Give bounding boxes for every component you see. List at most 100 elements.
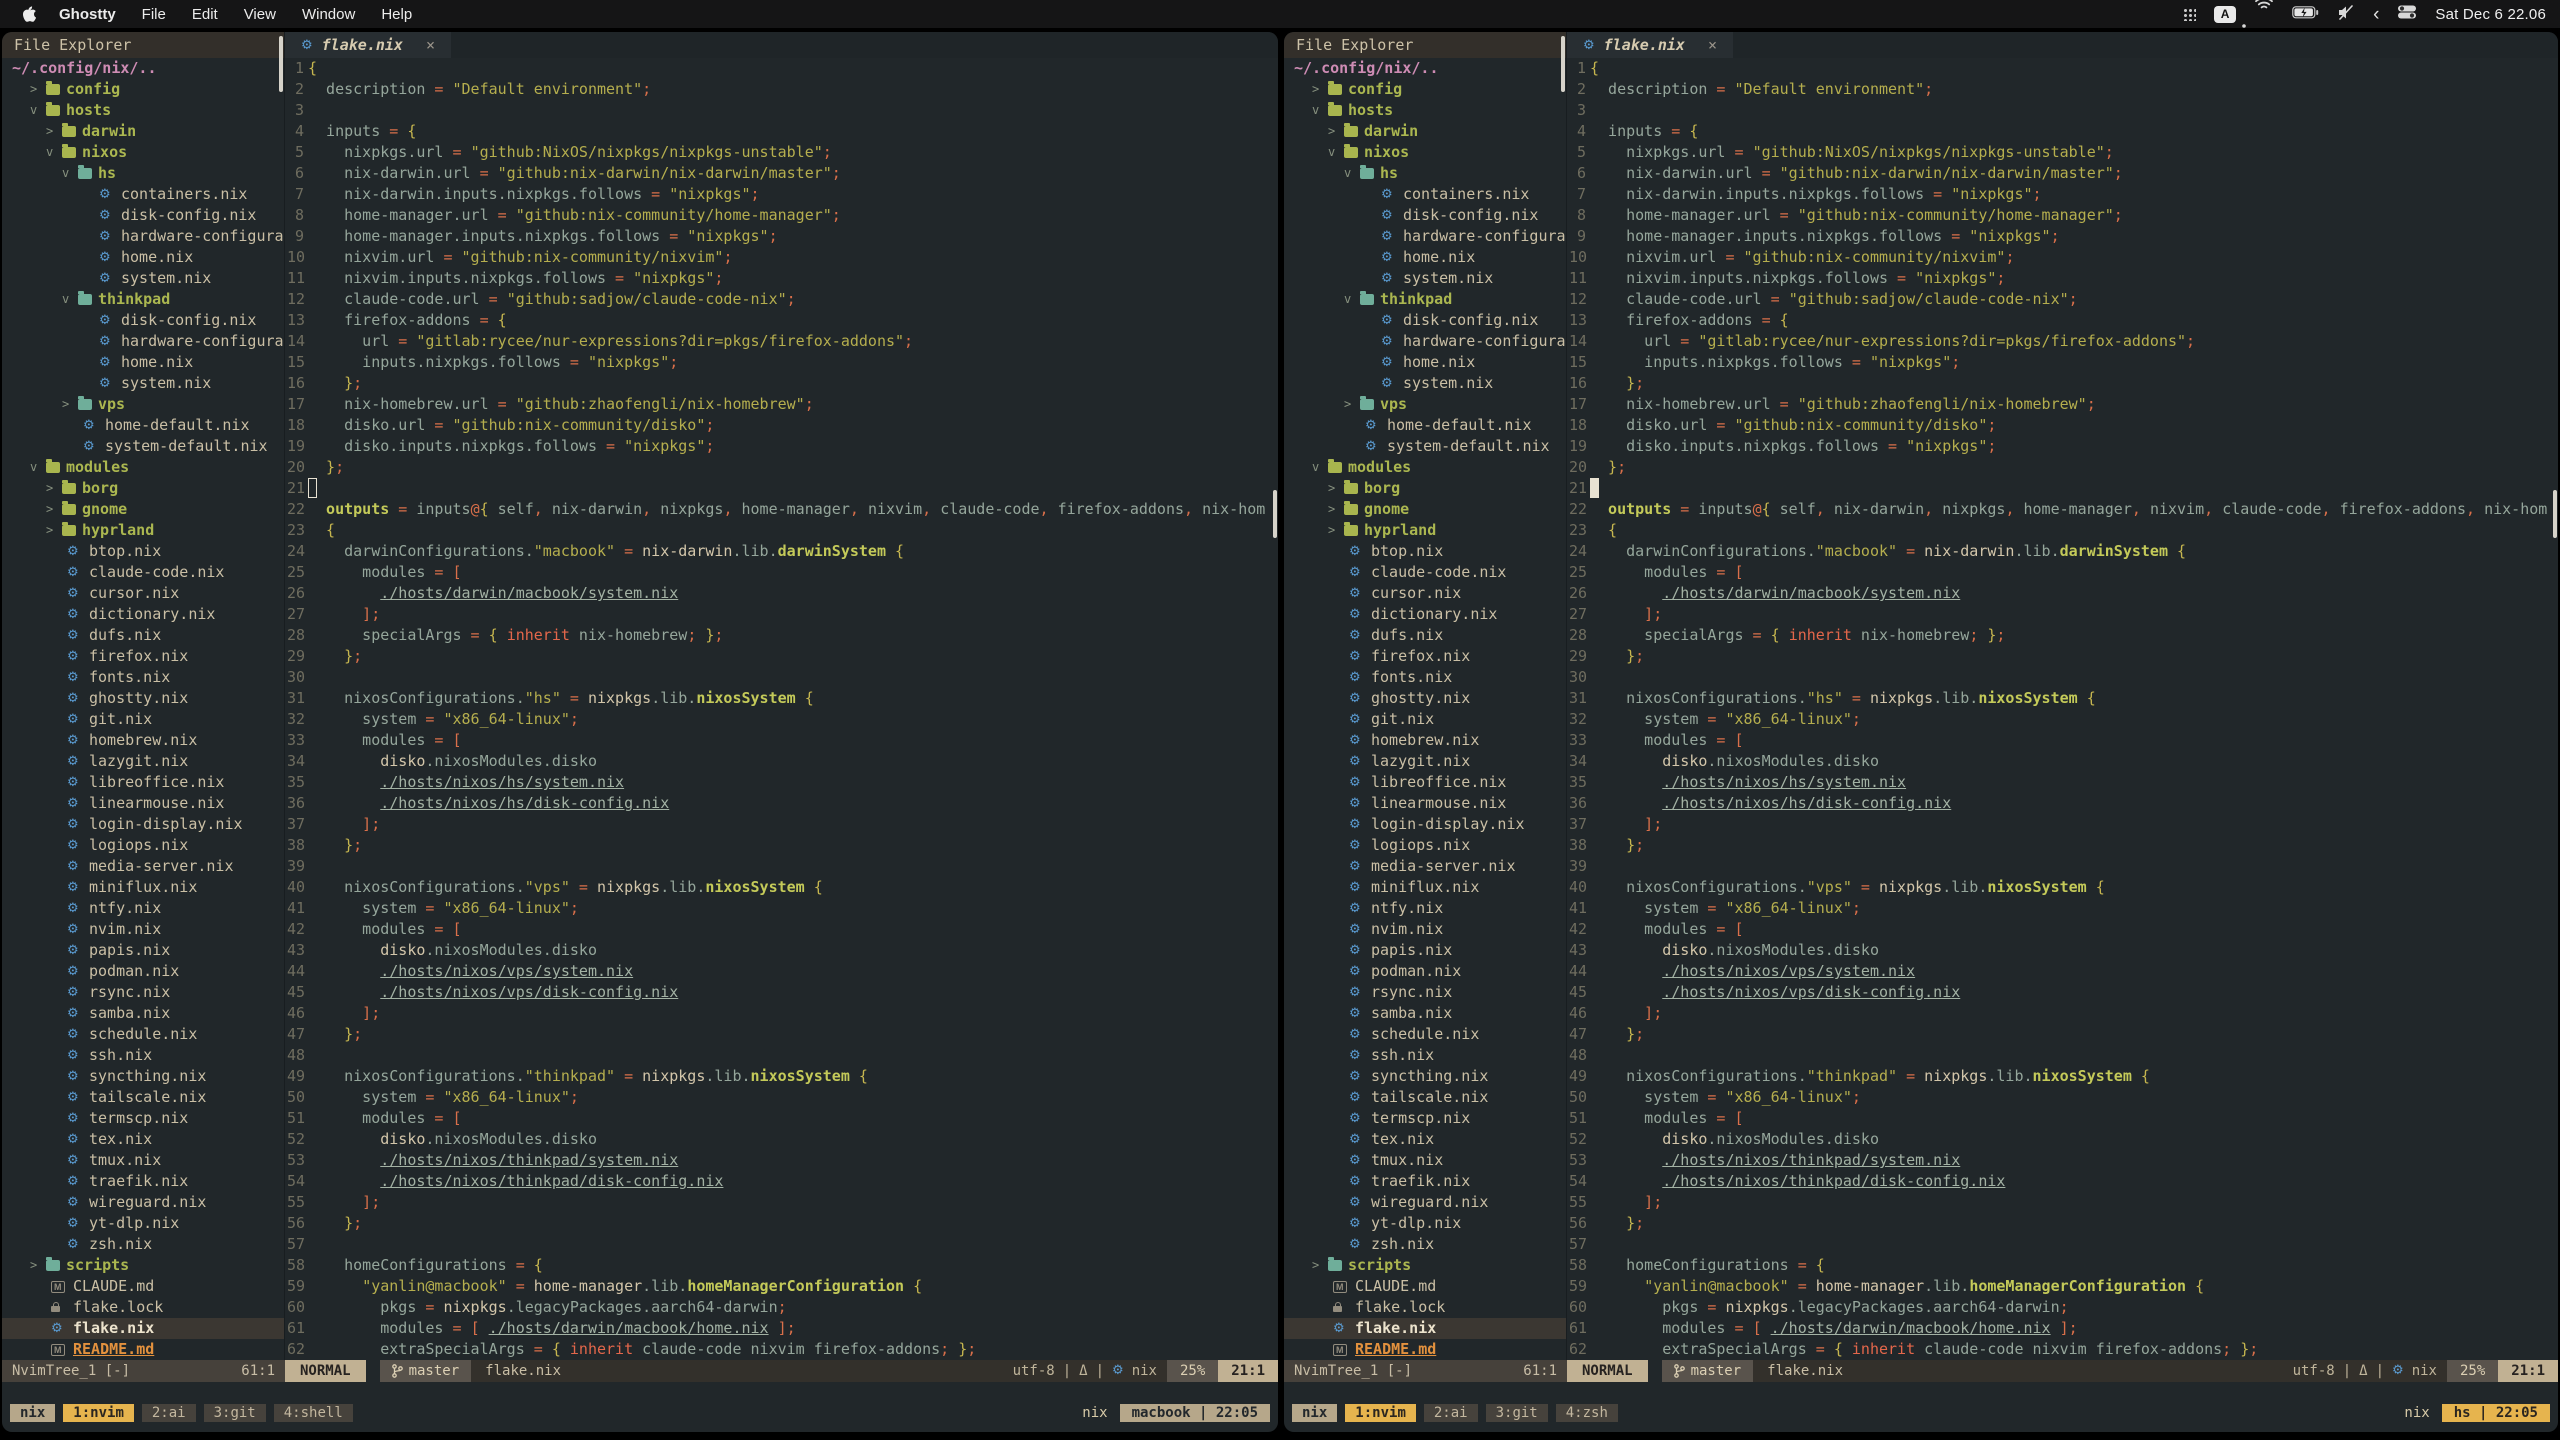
code-line-43[interactable]: 43 disko.nixosModules.disko	[1567, 940, 2558, 961]
tree-file-system-default.nix[interactable]: ⚙system-default.nix	[1284, 436, 1566, 457]
tree-folder-hosts[interactable]: vhosts	[1284, 100, 1566, 121]
code-line-40[interactable]: 40 nixosConfigurations."vps" = nixpkgs.l…	[285, 877, 1278, 898]
code-line-1[interactable]: 1{	[1567, 58, 2558, 79]
code-line-4[interactable]: 4 inputs = {	[1567, 121, 2558, 142]
code-line-7[interactable]: 7 nix-darwin.inputs.nixpkgs.follows = "n…	[285, 184, 1278, 205]
code-line-19[interactable]: 19 disko.inputs.nixpkgs.follows = "nixpk…	[1567, 436, 2558, 457]
code-line-55[interactable]: 55 ];	[285, 1192, 1278, 1213]
code-line-44[interactable]: 44 ./hosts/nixos/vps/system.nix	[285, 961, 1278, 982]
tree-file-home.nix[interactable]: ⚙home.nix	[2, 247, 284, 268]
tree-file-system.nix[interactable]: ⚙system.nix	[2, 373, 284, 394]
tmux-window-4-shell[interactable]: 4:shell	[274, 1404, 353, 1422]
tree-file-home.nix[interactable]: ⚙home.nix	[2, 352, 284, 373]
tree-file-system.nix[interactable]: ⚙system.nix	[1284, 373, 1566, 394]
code-line-38[interactable]: 38 };	[285, 835, 1278, 856]
tree-folder-borg[interactable]: >borg	[2, 478, 284, 499]
code-line-17[interactable]: 17 nix-homebrew.url = "github:zhaofengli…	[285, 394, 1278, 415]
code-line-20[interactable]: 20 };	[1567, 457, 2558, 478]
code-line-53[interactable]: 53 ./hosts/nixos/thinkpad/system.nix	[1567, 1150, 2558, 1171]
tree-file-fonts.nix[interactable]: ⚙fonts.nix	[1284, 667, 1566, 688]
tree-file-dictionary.nix[interactable]: ⚙dictionary.nix	[1284, 604, 1566, 625]
tree-file-rsync.nix[interactable]: ⚙rsync.nix	[2, 982, 284, 1003]
tree-file-libreoffice.nix[interactable]: ⚙libreoffice.nix	[2, 772, 284, 793]
tree-file-lazygit.nix[interactable]: ⚙lazygit.nix	[1284, 751, 1566, 772]
code-line-3[interactable]: 3	[1567, 100, 2558, 121]
tree-file-disk-config.nix[interactable]: ⚙disk-config.nix	[1284, 310, 1566, 331]
tree-file-traefik.nix[interactable]: ⚙traefik.nix	[2, 1171, 284, 1192]
code-line-16[interactable]: 16 };	[285, 373, 1278, 394]
code-line-9[interactable]: 9 home-manager.inputs.nixpkgs.follows = …	[285, 226, 1278, 247]
tree-file-containers.nix[interactable]: ⚙containers.nix	[2, 184, 284, 205]
tree-file-homebrew.nix[interactable]: ⚙homebrew.nix	[1284, 730, 1566, 751]
tmux-window-3-git[interactable]: 3:git	[1486, 1404, 1548, 1422]
code-line-45[interactable]: 45 ./hosts/nixos/vps/disk-config.nix	[1567, 982, 2558, 1003]
tree-file-dufs.nix[interactable]: ⚙dufs.nix	[2, 625, 284, 646]
code-line-60[interactable]: 60 pkgs = nixpkgs.legacyPackages.aarch64…	[1567, 1297, 2558, 1318]
tree-file-traefik.nix[interactable]: ⚙traefik.nix	[1284, 1171, 1566, 1192]
tree-file-tailscale.nix[interactable]: ⚙tailscale.nix	[2, 1087, 284, 1108]
tree-file-flake.lock[interactable]: flake.lock	[1284, 1297, 1566, 1318]
code-line-38[interactable]: 38 };	[1567, 835, 2558, 856]
code-line-47[interactable]: 47 };	[1567, 1024, 2558, 1045]
tree-file-podman.nix[interactable]: ⚙podman.nix	[2, 961, 284, 982]
tree-folder-borg[interactable]: >borg	[1284, 478, 1566, 499]
code-line-39[interactable]: 39	[1567, 856, 2558, 877]
tree-file-home-default.nix[interactable]: ⚙home-default.nix	[2, 415, 284, 436]
code-line-25[interactable]: 25 modules = [	[1567, 562, 2558, 583]
input-source-icon[interactable]: A	[2214, 6, 2236, 23]
code-line-2[interactable]: 2 description = "Default environment";	[1567, 79, 2558, 100]
tree-file-claude-code.nix[interactable]: ⚙claude-code.nix	[1284, 562, 1566, 583]
code-line-59[interactable]: 59 "yanlin@macbook" = home-manager.lib.h…	[1567, 1276, 2558, 1297]
tree-file-disk-config.nix[interactable]: ⚙disk-config.nix	[2, 205, 284, 226]
tmux-session-name[interactable]: nix	[1292, 1404, 1337, 1422]
code-line-10[interactable]: 10 nixvim.url = "github:nix-community/ni…	[1567, 247, 2558, 268]
tree-root[interactable]: ~/.config/nix/..	[2, 58, 284, 79]
code-line-49[interactable]: 49 nixosConfigurations."thinkpad" = nixp…	[285, 1066, 1278, 1087]
code-line-32[interactable]: 32 system = "x86_64-linux";	[1567, 709, 2558, 730]
tree-file-home.nix[interactable]: ⚙home.nix	[1284, 352, 1566, 373]
tree-file-home-default.nix[interactable]: ⚙home-default.nix	[1284, 415, 1566, 436]
code-line-28[interactable]: 28 specialArgs = { inherit nix-homebrew;…	[285, 625, 1278, 646]
code-line-20[interactable]: 20 };	[285, 457, 1278, 478]
code-line-56[interactable]: 56 };	[285, 1213, 1278, 1234]
code-line-34[interactable]: 34 disko.nixosModules.disko	[285, 751, 1278, 772]
code-line-59[interactable]: 59 "yanlin@macbook" = home-manager.lib.h…	[285, 1276, 1278, 1297]
tree-file-hardware-configura[interactable]: ⚙hardware-configura	[1284, 226, 1566, 247]
code-line-26[interactable]: 26 ./hosts/darwin/macbook/system.nix	[1567, 583, 2558, 604]
code-line-11[interactable]: 11 nixvim.inputs.nixpkgs.follows = "nixp…	[285, 268, 1278, 289]
tmux-window-4-zsh[interactable]: 4:zsh	[1556, 1404, 1618, 1422]
code-line-31[interactable]: 31 nixosConfigurations."hs" = nixpkgs.li…	[285, 688, 1278, 709]
code-line-22[interactable]: 22 outputs = inputs@{ self, nix-darwin, …	[285, 499, 1278, 520]
tree-file-ghostty.nix[interactable]: ⚙ghostty.nix	[2, 688, 284, 709]
code-line-26[interactable]: 26 ./hosts/darwin/macbook/system.nix	[285, 583, 1278, 604]
code-line-28[interactable]: 28 specialArgs = { inherit nix-homebrew;…	[1567, 625, 2558, 646]
tree-folder-hosts[interactable]: vhosts	[2, 100, 284, 121]
menubar-item-window[interactable]: Window	[289, 6, 368, 23]
code-line-58[interactable]: 58 homeConfigurations = {	[1567, 1255, 2558, 1276]
tree-file-login-display.nix[interactable]: ⚙login-display.nix	[1284, 814, 1566, 835]
code-line-29[interactable]: 29 };	[285, 646, 1278, 667]
tree-file-CLAUDE.md[interactable]: MCLAUDE.md	[1284, 1276, 1566, 1297]
editor-scrollbar[interactable]	[2553, 490, 2557, 538]
tree-file-disk-config.nix[interactable]: ⚙disk-config.nix	[2, 310, 284, 331]
code-line-21[interactable]: 21	[285, 478, 1278, 499]
tree-folder-hs[interactable]: vhs	[1284, 163, 1566, 184]
code-line-55[interactable]: 55 ];	[1567, 1192, 2558, 1213]
explorer-scrollbar[interactable]	[279, 36, 283, 92]
tree-file-git.nix[interactable]: ⚙git.nix	[1284, 709, 1566, 730]
tree-file-samba.nix[interactable]: ⚙samba.nix	[2, 1003, 284, 1024]
tree-folder-thinkpad[interactable]: vthinkpad	[1284, 289, 1566, 310]
code-line-60[interactable]: 60 pkgs = nixpkgs.legacyPackages.aarch64…	[285, 1297, 1278, 1318]
code-line-17[interactable]: 17 nix-homebrew.url = "github:zhaofengli…	[1567, 394, 2558, 415]
code-area[interactable]: 1{2 description = "Default environment";…	[1567, 58, 2558, 1360]
code-line-30[interactable]: 30	[1567, 667, 2558, 688]
code-line-53[interactable]: 53 ./hosts/nixos/thinkpad/system.nix	[285, 1150, 1278, 1171]
tree-file-git.nix[interactable]: ⚙git.nix	[2, 709, 284, 730]
tree-file-hardware-configura[interactable]: ⚙hardware-configura	[2, 331, 284, 352]
code-line-7[interactable]: 7 nix-darwin.inputs.nixpkgs.follows = "n…	[1567, 184, 2558, 205]
tree-file-syncthing.nix[interactable]: ⚙syncthing.nix	[1284, 1066, 1566, 1087]
code-line-35[interactable]: 35 ./hosts/nixos/hs/system.nix	[1567, 772, 2558, 793]
tree-file-syncthing.nix[interactable]: ⚙syncthing.nix	[2, 1066, 284, 1087]
tree-file-miniflux.nix[interactable]: ⚙miniflux.nix	[2, 877, 284, 898]
code-line-12[interactable]: 12 claude-code.url = "github:sadjow/clau…	[285, 289, 1278, 310]
